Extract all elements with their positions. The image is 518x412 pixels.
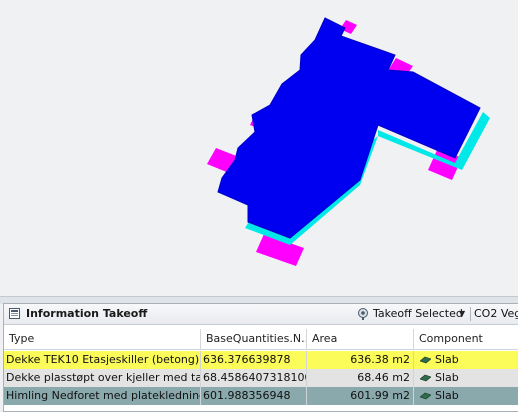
header-divider — [4, 349, 518, 350]
column-header-basequantities[interactable]: BaseQuantities.N... — [201, 329, 307, 349]
cell-component: Slab — [414, 351, 518, 369]
cell-component: Slab — [414, 369, 518, 387]
cell-area: 68.46 m2 — [307, 369, 414, 387]
takeoff-selected-button[interactable]: Takeoff Selected — [373, 307, 463, 320]
building-model[interactable] — [0, 0, 518, 296]
cell-basequantities: 601.988356948 — [201, 387, 307, 405]
table-row[interactable]: Dekke plasstøpt over kjeller med tarr...… — [4, 369, 518, 387]
co2-label[interactable]: CO2 Vege — [474, 307, 518, 320]
component-label: Slab — [435, 389, 459, 402]
column-header-component[interactable]: Component — [414, 329, 518, 349]
panel-header: Information Takeoff Takeoff Selected ▼ C… — [4, 304, 518, 325]
takeoff-selected-icon[interactable] — [356, 307, 370, 321]
cell-area: 636.38 m2 — [307, 351, 414, 369]
slab-icon — [420, 374, 431, 382]
cell-basequantities: 636.376639878 — [201, 351, 307, 369]
toolbar-separator — [470, 307, 471, 321]
cell-type: Dekke TEK10 Etasjeskiller (betong) o... — [4, 351, 201, 369]
cell-type: Dekke plasstøpt over kjeller med tarr... — [4, 369, 201, 387]
slab-top-face — [217, 17, 481, 239]
column-header-type[interactable]: Type — [4, 329, 201, 349]
component-label: Slab — [435, 353, 459, 366]
cell-basequantities: 68.4586407318100 — [201, 369, 307, 387]
column-header-area[interactable]: Area — [307, 329, 414, 349]
panel-title: Information Takeoff — [26, 307, 148, 320]
dropdown-caret-icon[interactable]: ▼ — [459, 309, 465, 318]
cell-component: Slab — [414, 387, 518, 405]
slab-icon — [420, 392, 431, 400]
3d-viewport[interactable] — [0, 0, 518, 296]
component-label: Slab — [435, 371, 459, 384]
information-takeoff-panel: Information Takeoff Takeoff Selected ▼ C… — [3, 303, 518, 412]
cell-type: Himling Nedforet med platekledning 60 — [4, 387, 201, 405]
table-row[interactable]: Dekke TEK10 Etasjeskiller (betong) o... … — [4, 351, 518, 369]
table-row[interactable]: Himling Nedforet med platekledning 60 60… — [4, 387, 518, 405]
cell-area: 601.99 m2 — [307, 387, 414, 405]
slab-icon — [420, 356, 431, 364]
info-takeoff-icon — [9, 308, 20, 319]
